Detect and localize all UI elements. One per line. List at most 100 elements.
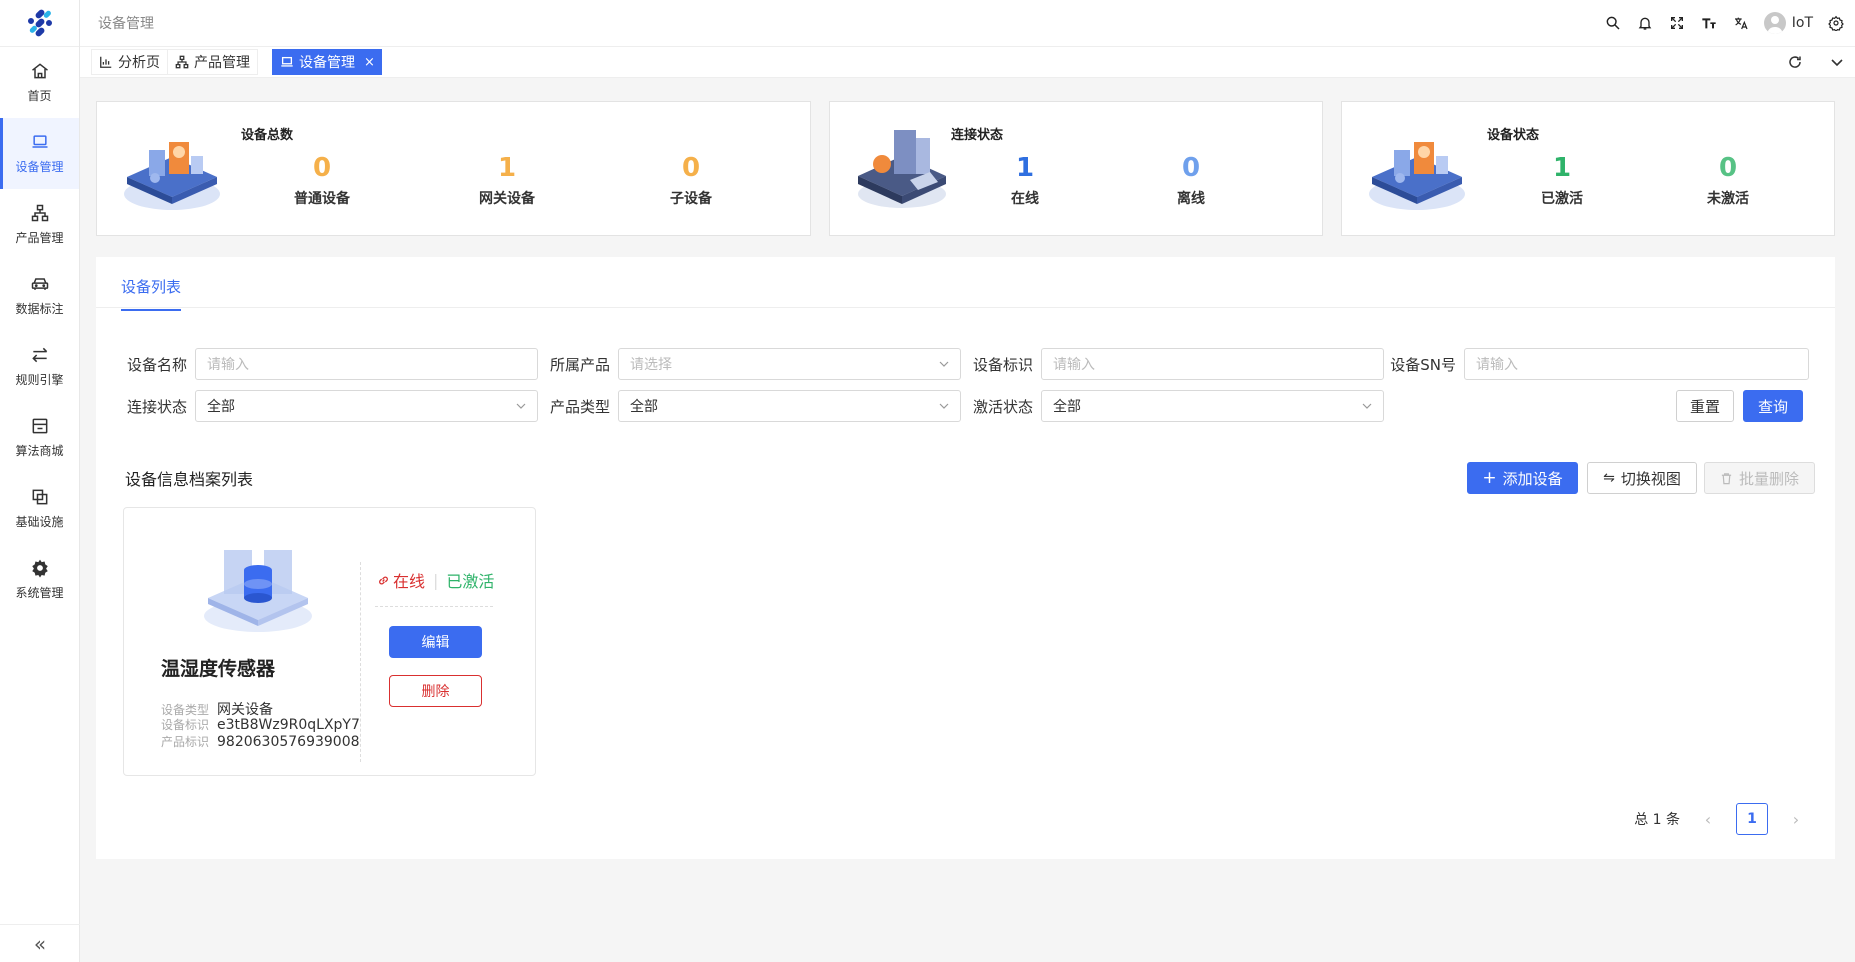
- tab-device-management[interactable]: 设备管理 ×: [272, 49, 382, 75]
- product-key-row: 产品标识 9820630576939008: [161, 733, 360, 750]
- prev-page-icon[interactable]: ‹: [1694, 810, 1722, 829]
- bell-icon[interactable]: [1636, 14, 1654, 32]
- app-logo[interactable]: [0, 0, 79, 47]
- button-label: 切换视图: [1620, 469, 1681, 488]
- store-icon: [32, 418, 47, 434]
- link-icon: [379, 576, 388, 584]
- chevron-down-icon: [939, 361, 949, 367]
- refresh-icon[interactable]: [1787, 54, 1803, 70]
- activate-status-select[interactable]: 全部: [1041, 390, 1384, 422]
- sensor-illustration-icon: [204, 550, 312, 632]
- device-list-panel: 设备列表 设备名称 请输入 所属产品 请选择 设备标识 请输入 设备SN号 请输…: [96, 257, 1835, 859]
- collapse-sidebar-button[interactable]: «: [0, 924, 80, 962]
- settings-icon[interactable]: [1827, 14, 1845, 32]
- device-sn-input[interactable]: 请输入: [1464, 348, 1809, 380]
- tab-device-list[interactable]: 设备列表: [121, 276, 182, 311]
- swap-icon: [31, 347, 47, 363]
- stat-label: 已激活: [1541, 191, 1583, 208]
- field-label: 产品类型: [549, 397, 610, 416]
- edit-button[interactable]: 编辑: [389, 626, 482, 658]
- filter-product-type: 产品类型 全部: [544, 390, 961, 422]
- pagination: 总 1 条 ‹ 1 ›: [1634, 803, 1810, 835]
- reset-button[interactable]: 重置: [1676, 390, 1734, 422]
- button-label: 添加设备: [1502, 469, 1563, 488]
- car-icon: [31, 278, 48, 290]
- device-key-row: 设备标识 e3tB8Wz9R0qLXpY7: [161, 716, 360, 733]
- sidebar-item-device-management[interactable]: 设备管理: [0, 118, 79, 189]
- sidebar-item-rule-engine[interactable]: 规则引擎: [0, 331, 79, 402]
- sidebar-item-label: 产品管理: [15, 231, 64, 245]
- field-label: 设备SN号: [1390, 355, 1456, 374]
- laptop-icon: [32, 135, 47, 148]
- next-page-icon[interactable]: ›: [1782, 810, 1810, 829]
- server-illustration-icon: [858, 130, 946, 208]
- sidebar-item-infrastructure[interactable]: 基础设施: [0, 473, 79, 544]
- connection-status-select[interactable]: 全部: [195, 390, 538, 422]
- sidebar-item-label: 设备管理: [15, 160, 64, 174]
- device-name-input[interactable]: 请输入: [195, 348, 538, 380]
- stat-label: 离线: [1177, 191, 1205, 208]
- query-button[interactable]: 查询: [1743, 390, 1803, 422]
- total-count: 总 1 条: [1634, 812, 1680, 828]
- stat-value: 1: [1015, 153, 1035, 183]
- sidebar-item-home[interactable]: 首页: [0, 47, 79, 118]
- device-card[interactable]: 温湿度传感器 设备类型 网关设备 设备标识 e3tB8Wz9R0qLXpY7 产…: [123, 507, 536, 776]
- page-number[interactable]: 1: [1736, 803, 1768, 835]
- meta-value: 9820630576939008: [217, 733, 360, 750]
- user-menu[interactable]: IoT: [1763, 12, 1813, 34]
- list-title: 设备信息档案列表: [125, 470, 254, 489]
- stat-title: 连接状态: [951, 128, 1004, 143]
- fullscreen-icon[interactable]: [1668, 14, 1686, 32]
- search-icon[interactable]: [1604, 14, 1622, 32]
- stat-label: 网关设备: [479, 191, 535, 208]
- product-select[interactable]: 请选择: [618, 348, 961, 380]
- filter-activate-status: 激活状态 全部: [967, 390, 1384, 422]
- meta-key: 设备标识: [161, 718, 210, 732]
- sidebar-nav: 首页 设备管理 产品管理 数据标注 规则引擎 算法商城 基础设施 系统管理: [0, 47, 79, 615]
- close-icon[interactable]: ×: [364, 55, 375, 70]
- chevron-down-icon[interactable]: [1829, 54, 1845, 70]
- swap-icon: ⇋: [1603, 470, 1615, 486]
- layers-icon: [32, 489, 47, 505]
- device-status: 在线 | 已激活: [377, 568, 494, 592]
- plus-icon: +: [1482, 468, 1497, 488]
- trash-icon: [1721, 472, 1732, 484]
- sitemap-icon: [31, 204, 48, 222]
- stat-card-device-status: 设备状态 1 已激活 0 未激活: [1341, 101, 1835, 236]
- stat-value: 0: [312, 153, 332, 183]
- sidebar-item-system-management[interactable]: 系统管理: [0, 544, 79, 615]
- avatar: [1763, 12, 1786, 34]
- product-type-select[interactable]: 全部: [618, 390, 961, 422]
- select-value: 全部: [207, 399, 235, 415]
- sidebar-item-product-management[interactable]: 产品管理: [0, 189, 79, 260]
- top-header: 设备管理 IoT: [80, 0, 1855, 47]
- add-device-button[interactable]: + 添加设备: [1467, 462, 1578, 494]
- sidebar-item-label: 算法商城: [15, 444, 64, 458]
- online-status: 在线: [377, 568, 425, 592]
- batch-delete-button[interactable]: 批量删除: [1704, 462, 1815, 494]
- tab-analysis[interactable]: 分析页: [91, 49, 167, 75]
- translate-icon[interactable]: [1732, 14, 1750, 32]
- tab-label: 设备管理: [299, 55, 355, 71]
- switch-view-button[interactable]: ⇋ 切换视图: [1587, 462, 1697, 494]
- stat-activated: 1 已激活: [1517, 153, 1607, 208]
- sidebar: 首页 设备管理 产品管理 数据标注 规则引擎 算法商城 基础设施 系统管理 «: [0, 0, 80, 962]
- tab-product-management[interactable]: 产品管理: [167, 49, 258, 75]
- field-label: 连接状态: [126, 397, 187, 416]
- sidebar-item-algorithm-store[interactable]: 算法商城: [0, 402, 79, 473]
- select-value: 全部: [1053, 399, 1081, 415]
- status-separator: |: [433, 570, 439, 590]
- delete-button[interactable]: 删除: [389, 675, 482, 707]
- divider: [360, 562, 361, 762]
- device-key-input[interactable]: 请输入: [1041, 348, 1384, 380]
- sitemap-icon: [175, 55, 189, 69]
- font-size-icon[interactable]: [1700, 14, 1718, 32]
- page-title: 设备管理: [98, 16, 154, 32]
- gear-icon: [31, 559, 48, 578]
- chevron-down-icon: [516, 403, 526, 409]
- stat-title: 设备总数: [241, 128, 294, 143]
- sidebar-item-data-annotation[interactable]: 数据标注: [0, 260, 79, 331]
- divider: [375, 606, 493, 607]
- stat-normal-device: 0 普通设备: [277, 153, 367, 208]
- field-label: 设备标识: [972, 355, 1033, 374]
